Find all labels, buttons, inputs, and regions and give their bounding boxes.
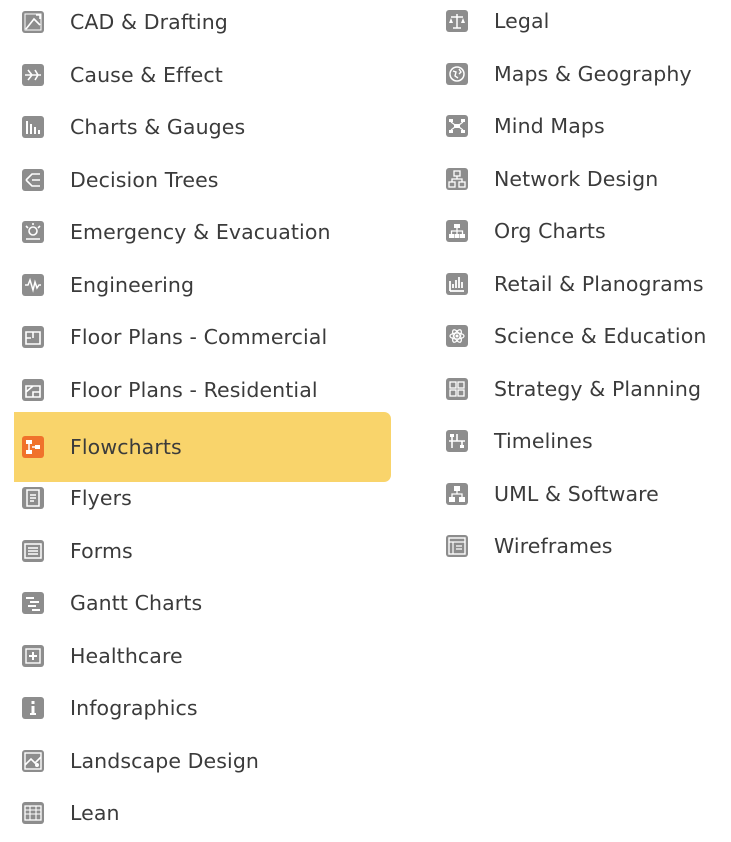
category-label: Maps & Geography [494, 61, 692, 86]
org-chart-icon [446, 220, 468, 243]
category-item-emergency-evacuation[interactable]: Emergency & Evacuation [14, 206, 394, 259]
category-item-maps-geography[interactable]: Maps & Geography [440, 48, 730, 101]
category-label: Retail & Planograms [494, 271, 704, 296]
lean-grid-icon [22, 802, 44, 825]
category-label: Decision Trees [70, 167, 219, 192]
category-label: Charts & Gauges [70, 115, 246, 139]
gantt-icon [22, 592, 44, 615]
category-item-decision-trees[interactable]: Decision Trees [14, 154, 394, 207]
category-label: CAD & Drafting [70, 10, 228, 34]
flowchart-icon [22, 436, 44, 458]
category-item-cause-effect[interactable]: Cause & Effect [14, 49, 394, 102]
waveform-icon [22, 273, 44, 296]
category-item-science-education[interactable]: Science & Education [440, 310, 730, 363]
category-label: Engineering [70, 272, 195, 297]
cad-drafting-icon [22, 11, 44, 34]
category-item-floor-plans-commercial[interactable]: Floor Plans - Commercial [14, 311, 394, 364]
category-label: Strategy & Planning [494, 376, 702, 401]
category-item-healthcare[interactable]: Healthcare [14, 630, 394, 683]
category-label: Forms [70, 538, 133, 563]
category-item-charts-gauges[interactable]: Charts & Gauges [14, 101, 394, 154]
category-item-wireframes[interactable]: Wireframes [440, 520, 730, 573]
category-label: Mind Maps [494, 114, 605, 138]
category-item-strategy-planning[interactable]: Strategy & Planning [440, 363, 730, 416]
category-column-left: CAD & Drafting Cause & Effect Charts & G… [14, 0, 394, 840]
healthcare-plus-icon [22, 644, 44, 667]
category-label: Timelines [494, 429, 593, 453]
category-item-legal[interactable]: Legal [440, 0, 730, 48]
info-icon [22, 697, 44, 720]
template-category-list: CAD & Drafting Cause & Effect Charts & G… [0, 0, 731, 842]
category-label: Science & Education [494, 324, 707, 348]
category-label: Org Charts [494, 219, 606, 243]
decision-tree-icon [22, 168, 44, 191]
category-label: Lean [70, 801, 120, 825]
category-label: Flyers [70, 486, 132, 510]
flyer-icon [22, 487, 44, 510]
category-label: Floor Plans - Residential [70, 377, 318, 402]
category-label: Network Design [494, 166, 659, 191]
category-item-gantt-charts[interactable]: Gantt Charts [14, 577, 394, 630]
timeline-icon [446, 430, 468, 453]
atom-icon [446, 325, 468, 348]
category-label: Legal [494, 9, 550, 33]
bar-chart-icon [22, 116, 44, 139]
category-label: Wireframes [494, 534, 613, 558]
strategy-icon [446, 377, 468, 400]
category-label: Infographics [70, 696, 198, 720]
network-icon [446, 167, 468, 190]
category-column-right: Legal Maps & Geography Mind Maps Network… [440, 0, 730, 573]
globe-icon [446, 62, 468, 85]
category-item-flyers[interactable]: Flyers [14, 472, 394, 525]
category-item-forms[interactable]: Forms [14, 525, 394, 578]
category-item-engineering[interactable]: Engineering [14, 259, 394, 312]
category-label: Landscape Design [70, 748, 260, 773]
category-item-uml-software[interactable]: UML & Software [440, 468, 730, 521]
cause-effect-icon [22, 63, 44, 86]
landscape-icon [22, 749, 44, 772]
category-label: Emergency & Evacuation [70, 220, 331, 244]
category-label: Flowcharts [70, 434, 182, 459]
scales-icon [446, 10, 468, 33]
category-item-network-design[interactable]: Network Design [440, 153, 730, 206]
floor-plan-residential-icon [22, 378, 44, 401]
category-label: Cause & Effect [70, 62, 223, 87]
emergency-icon [22, 221, 44, 244]
category-label: Floor Plans - Commercial [70, 325, 328, 349]
form-icon [22, 539, 44, 562]
category-item-timelines[interactable]: Timelines [440, 415, 730, 468]
floor-plan-commercial-icon [22, 326, 44, 349]
category-item-cad-drafting[interactable]: CAD & Drafting [14, 0, 394, 49]
category-label: Gantt Charts [70, 591, 203, 615]
mind-map-icon [446, 115, 468, 138]
planogram-icon [446, 272, 468, 295]
category-item-mind-maps[interactable]: Mind Maps [440, 100, 730, 153]
wireframe-icon [446, 535, 468, 558]
uml-icon [446, 482, 468, 505]
category-item-org-charts[interactable]: Org Charts [440, 205, 730, 258]
category-item-lean[interactable]: Lean [14, 787, 394, 840]
category-item-retail-planograms[interactable]: Retail & Planograms [440, 258, 730, 311]
category-label: UML & Software [494, 481, 659, 506]
category-label: Healthcare [70, 643, 183, 668]
category-item-landscape-design[interactable]: Landscape Design [14, 735, 394, 788]
category-item-floor-plans-residential[interactable]: Floor Plans - Residential [14, 364, 394, 417]
category-item-infographics[interactable]: Infographics [14, 682, 394, 735]
